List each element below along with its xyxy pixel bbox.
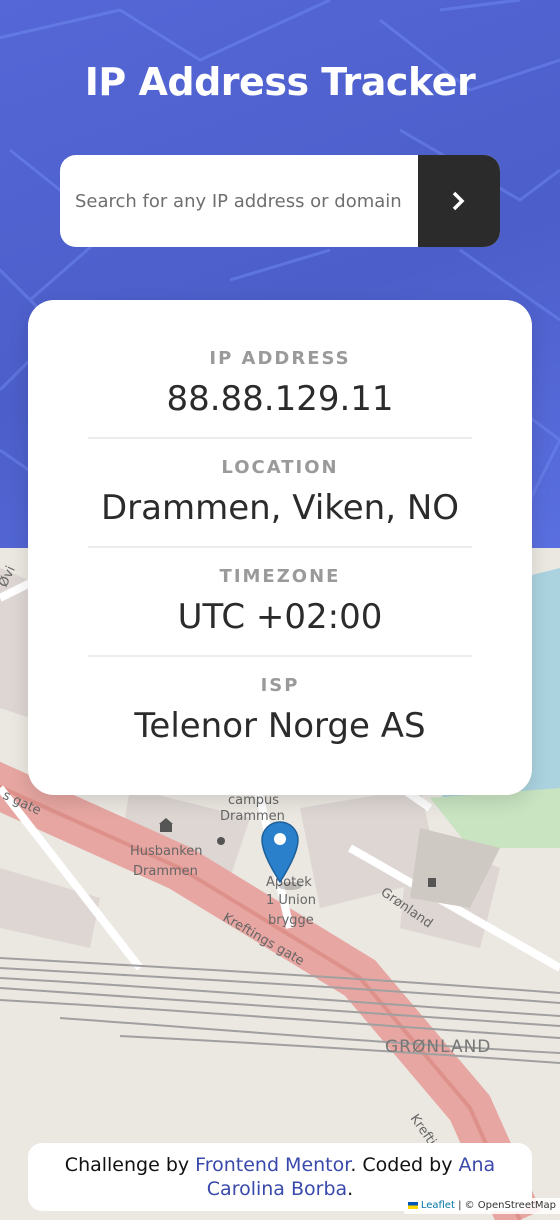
- isp-value: Telenor Norge AS: [134, 706, 426, 746]
- timezone-label: TIMEZONE: [219, 566, 341, 587]
- ukraine-flag-icon: [407, 1201, 418, 1209]
- divider: [88, 546, 472, 548]
- location-value: Drammen, Viken, NO: [100, 488, 460, 528]
- attribution-coded-by: . Coded by: [350, 1154, 459, 1176]
- search-input[interactable]: [60, 155, 418, 247]
- map-label-husbanken: Husbanken: [130, 844, 203, 859]
- attribution-prefix: Challenge by: [64, 1154, 196, 1176]
- map-label-drammen: Drammen: [220, 809, 285, 824]
- divider: [88, 655, 472, 657]
- isp-field: ISP Telenor Norge AS: [88, 675, 472, 746]
- ip-address-label: IP ADDRESS: [209, 348, 351, 369]
- map-label-brygge: brygge: [268, 913, 314, 928]
- search-bar: [60, 155, 500, 247]
- search-button[interactable]: [418, 155, 500, 247]
- location-label: LOCATION: [221, 457, 339, 478]
- attribution-end: .: [347, 1178, 354, 1200]
- map-label-campus: campus: [228, 793, 279, 808]
- timezone-field: TIMEZONE UTC +02:00: [88, 566, 472, 637]
- isp-label: ISP: [260, 675, 300, 696]
- ip-address-value: 88.88.129.11: [166, 379, 394, 419]
- map-attribution: Leaflet | © OpenStreetMap: [403, 1198, 560, 1214]
- ip-address-field: IP ADDRESS 88.88.129.11: [88, 348, 472, 419]
- page-title: IP Address Tracker: [84, 60, 476, 104]
- map-label-gronland-area: GRØNLAND: [385, 1037, 491, 1057]
- osm-attribution: | © OpenStreetMap: [454, 1200, 556, 1211]
- divider: [88, 437, 472, 439]
- leaflet-link[interactable]: Leaflet: [421, 1200, 455, 1211]
- location-field: LOCATION Drammen, Viken, NO: [88, 457, 472, 528]
- ip-info-card: IP ADDRESS 88.88.129.11 LOCATION Drammen…: [28, 300, 532, 795]
- map-label-husbanken-city: Drammen: [133, 864, 198, 879]
- chevron-right-icon: [452, 191, 465, 211]
- timezone-value: UTC +02:00: [177, 597, 383, 637]
- map-label-union: 1 Union: [266, 893, 316, 908]
- frontend-mentor-link[interactable]: Frontend Mentor: [195, 1154, 350, 1176]
